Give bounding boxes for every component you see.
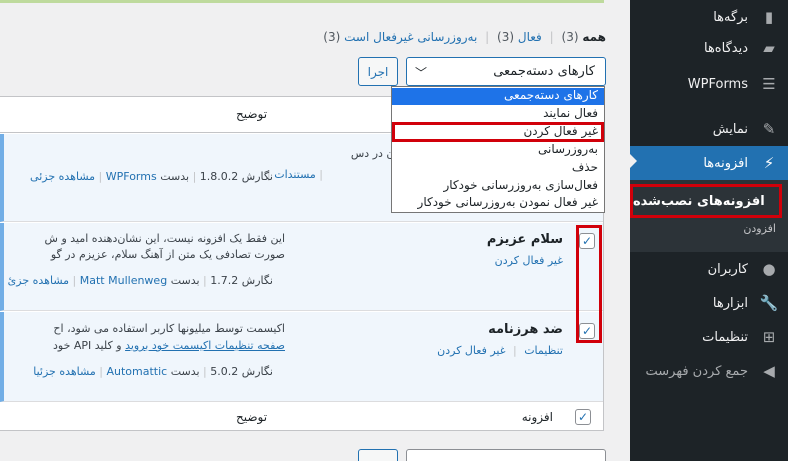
filter-all-count: (3) [561,30,579,44]
option-bulk-actions[interactable]: کارهای دسته‌جمعی [392,88,604,105]
deactivate-link[interactable]: غیر فعال کردن [495,254,563,267]
menu-comments[interactable]: ▰ دیدگاه‌ها [630,31,788,65]
bulk-actions-dropdown: کارهای دسته‌جمعی فعال نمایند غیر فعال کر… [391,86,605,213]
table-row: ✓ ضد هرزنامه تنظیمات | غیر فعال کردن اکی… [0,312,603,402]
plugin-links: | مستندات | [267,168,323,181]
by-label: بدست [170,365,200,378]
plugin-version: نگارش 5.0.2 [210,365,273,378]
plugin-version: نگارش 1.7.2 [210,274,273,287]
plugin-description-line2: صورت تصادفی یک متن از آهنگ سلام، عزیزم د… [50,248,285,261]
menu-label: WPForms [687,76,748,92]
by-label: بدست [160,170,190,183]
menu-collapse[interactable]: ◀ جمع کردن فهرست [630,354,788,388]
filter-all[interactable]: همه [582,30,606,44]
plugin-meta: نگارش 1.8.0.2 | بدست WPForms | مشاهده جز… [30,170,273,183]
option-enable-auto-update[interactable]: فعال‌سازی به‌روزرسانی خودکار [392,178,604,195]
menu-label: نمایش [712,121,748,137]
plugin-icon: ⚡ [763,154,775,172]
page-icon: ▮ [764,8,774,26]
option-disable-auto-update[interactable]: غیر فعال نمودن به‌روزرسانی خودکار [392,195,604,212]
settings-icon: ⊞ [762,328,776,346]
filter-auto-update-disabled-count: (3) [323,30,341,44]
menu-appearance[interactable]: ✎ نمایش [630,112,788,146]
option-delete[interactable]: حذف [392,160,604,177]
akismet-settings-link[interactable]: صفحه تنظیمات اکیسمت خود بروید [125,339,285,352]
plugin-meta: نگارش 1.7.2 | بدست Matt Mullenweg | مشاه… [7,274,273,287]
bulk-actions-value: کارهای دسته‌جمعی [493,64,595,79]
author-link[interactable]: Matt Mullenweg [80,274,167,287]
plugin-meta: نگارش 5.0.2 | بدست Automattic | مشاهده ج… [33,365,273,378]
brush-icon: ✎ [762,120,776,138]
by-label: بدست [170,274,200,287]
highlight-box-checkboxes [576,225,602,343]
view-details-link[interactable]: مشاهده جزئیا [33,365,96,378]
divider: | [549,30,554,44]
column-description-header: توضیح [236,107,268,121]
filter-auto-update-disabled[interactable]: به‌روزرسانی غیرفعال است [344,30,477,44]
table-row: ✓ سلام عزیزم غیر فعال کردن این فقط یک اف… [0,223,603,311]
menu-tools[interactable]: 🔧 ابزارها [630,286,788,320]
menu-plugins[interactable]: ⚡ افزونه‌ها [630,146,788,180]
view-details-link[interactable]: مشاهده جزئی [30,170,95,183]
highlight-box-deactivate [392,122,604,142]
bulk-apply-button[interactable]: اجرا [358,57,398,86]
collapse-icon: ◀ [763,362,775,380]
submenu-add-plugin[interactable]: افزودن [630,222,788,242]
plugin-description-line2: صفحه تنظیمات اکیسمت خود بروید و کلید API… [53,339,285,352]
plugin-version: نگارش 1.8.0.2 [199,170,273,183]
wpforms-icon: ☰ [762,75,776,93]
menu-settings[interactable]: ⊞ تنظیمات [630,320,788,354]
notice-bar [0,0,604,3]
menu-label: جمع کردن فهرست [645,363,748,379]
menu-label: ابزارها [712,295,748,311]
table-footer: ✓ افزونه توضیح [0,403,603,431]
menu-label: تنظیمات [702,329,748,345]
divider: | [319,168,323,181]
menu-label: برگه‌ها [713,9,748,25]
docs-link[interactable]: مستندات [274,168,316,181]
divider: | [512,344,517,357]
view-details-link[interactable]: مشاهده جزئ [8,274,69,287]
chevron-down-icon: ﹀ [415,66,428,80]
menu-label: دیدگاه‌ها [703,40,748,56]
plugin-status-filters: همه (3) | فعال (3) | به‌روزرسانی غیرفعال… [323,30,606,44]
bulk-actions-select-bottom[interactable] [406,449,606,461]
user-icon: ● [762,260,776,278]
menu-pages[interactable]: ▮ برگه‌ها [630,0,788,34]
menu-users[interactable]: ● کاربران [630,252,788,286]
filter-active[interactable]: فعال [518,30,542,44]
menu-wpforms[interactable]: ☰ WPForms [630,67,788,101]
option-activate[interactable]: فعال نمایند [392,106,604,123]
submenu-installed-plugins[interactable]: افزونه‌های نصب‌شده [630,184,782,218]
filter-active-count: (3) [497,30,515,44]
deactivate-link[interactable]: غیر فعال کردن [437,344,505,357]
plugin-name: سلام عزیزم [486,232,563,247]
column-plugin-footer: افزونه [521,410,553,424]
select-all-checkbox[interactable]: ✓ [575,409,591,425]
comment-icon: ▰ [763,39,775,57]
wrench-icon: 🔧 [759,294,779,312]
settings-link[interactable]: تنظیمات [524,344,563,357]
author-link[interactable]: Automattic [106,365,167,378]
plugin-description-line1: این فقط یک افزونه نیست، این نشان‌دهنده ا… [44,232,285,245]
plugin-description-line1: اکیسمت توسط میلیونها کاربر استفاده می شو… [53,322,285,335]
bulk-apply-button-bottom[interactable] [358,449,398,461]
admin-sidebar: ▮ برگه‌ها ▰ دیدگاه‌ها ☰ WPForms ✎ نمایش … [629,0,788,461]
bulk-actions-select[interactable]: کارهای دسته‌جمعی ﹀ [406,57,606,86]
divider: | [485,30,490,44]
column-description-footer: توضیح [236,410,268,424]
plugin-actions: تنظیمات | غیر فعال کردن [437,344,563,357]
plugin-actions: غیر فعال کردن [495,254,563,267]
author-link[interactable]: WPForms [106,170,157,183]
description-text: و کلید API خود [52,339,122,352]
active-indicator [629,153,637,169]
menu-label: کاربران [707,261,748,277]
plugin-name: ضد هرزنامه [488,322,563,337]
menu-label: افزونه‌ها [703,155,748,171]
option-update[interactable]: به‌روزرسانی [392,142,604,159]
